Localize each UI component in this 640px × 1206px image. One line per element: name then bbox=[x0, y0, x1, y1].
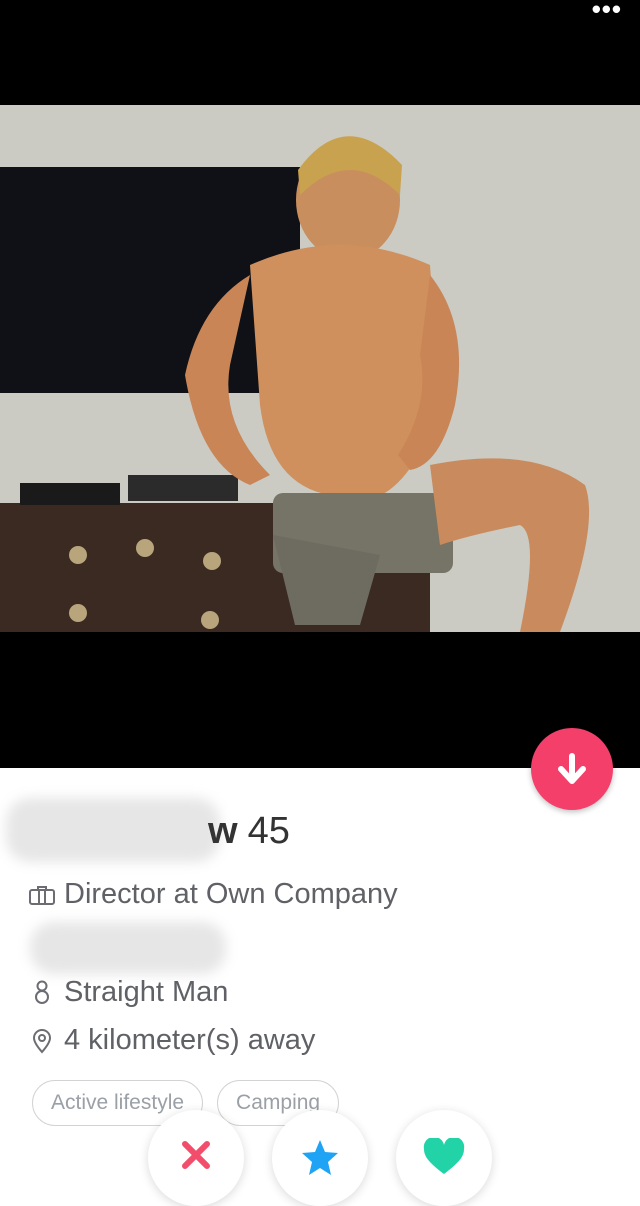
distance-text: 4 kilometer(s) away bbox=[64, 1024, 316, 1056]
briefcase-icon bbox=[28, 884, 56, 906]
job-text: Director at Own Company bbox=[64, 878, 398, 910]
orientation-text: Straight Man bbox=[64, 976, 229, 1008]
superlike-button[interactable] bbox=[272, 1110, 368, 1206]
name-age-row: w 45 bbox=[28, 810, 290, 853]
distance-row: 4 kilometer(s) away bbox=[28, 1024, 315, 1057]
scroll-down-button[interactable] bbox=[531, 728, 613, 810]
more-dots-icon[interactable]: ••• bbox=[592, 0, 622, 25]
profile-photo[interactable] bbox=[0, 105, 640, 632]
dislike-button[interactable] bbox=[148, 1110, 244, 1206]
gender-icon bbox=[28, 980, 56, 1006]
redacted-detail bbox=[30, 922, 226, 974]
like-button[interactable] bbox=[396, 1110, 492, 1206]
star-icon bbox=[302, 1140, 338, 1175]
x-icon bbox=[182, 1141, 210, 1169]
job-row: Director at Own Company bbox=[28, 878, 398, 911]
profile-age: 45 bbox=[247, 810, 290, 852]
location-pin-icon bbox=[28, 1028, 56, 1054]
profile-name: w bbox=[208, 810, 238, 852]
heart-icon bbox=[423, 1138, 465, 1174]
orientation-row: Straight Man bbox=[28, 976, 228, 1009]
arrow-down-icon bbox=[558, 753, 586, 784]
top-black-bar: ••• bbox=[0, 0, 640, 105]
action-bar bbox=[0, 1110, 640, 1206]
